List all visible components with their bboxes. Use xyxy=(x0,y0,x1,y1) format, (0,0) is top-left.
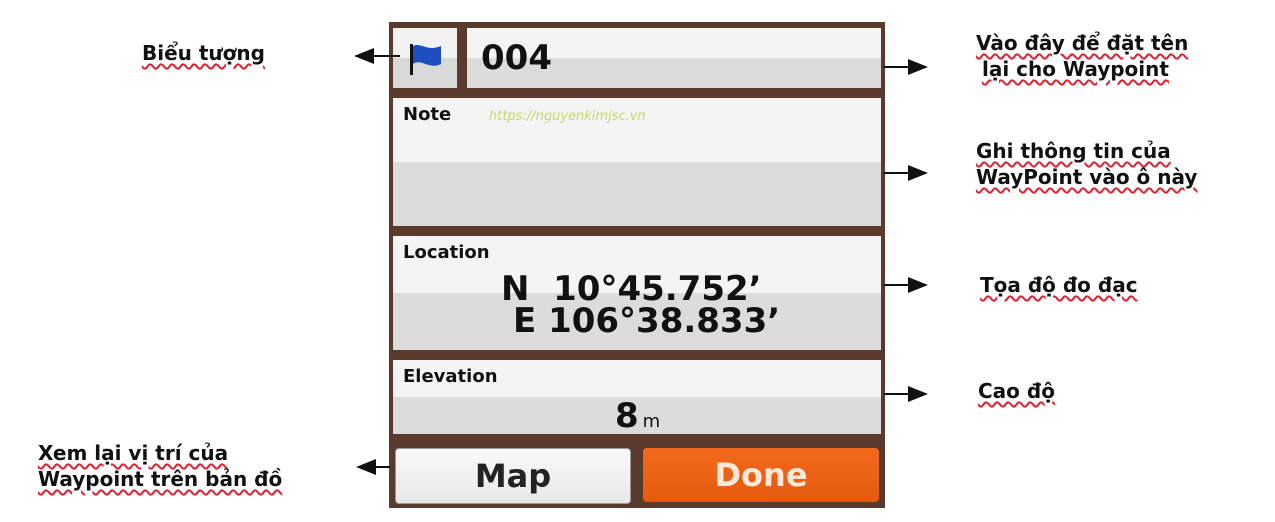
annotation-elevation: Cao độ xyxy=(978,379,1055,403)
annotation-coords: Tọa độ đo đạc xyxy=(980,273,1138,297)
annotation-icon: Biểu tượng xyxy=(142,41,265,65)
annotation-rename: Vào đây để đặt tên lại cho Waypoint xyxy=(976,31,1189,81)
annotation-map: Xem lại vị trí của Waypoint trên bản đồ xyxy=(38,441,283,491)
annotation-note: Ghi thông tin của WayPoint vào ô này xyxy=(976,139,1198,189)
